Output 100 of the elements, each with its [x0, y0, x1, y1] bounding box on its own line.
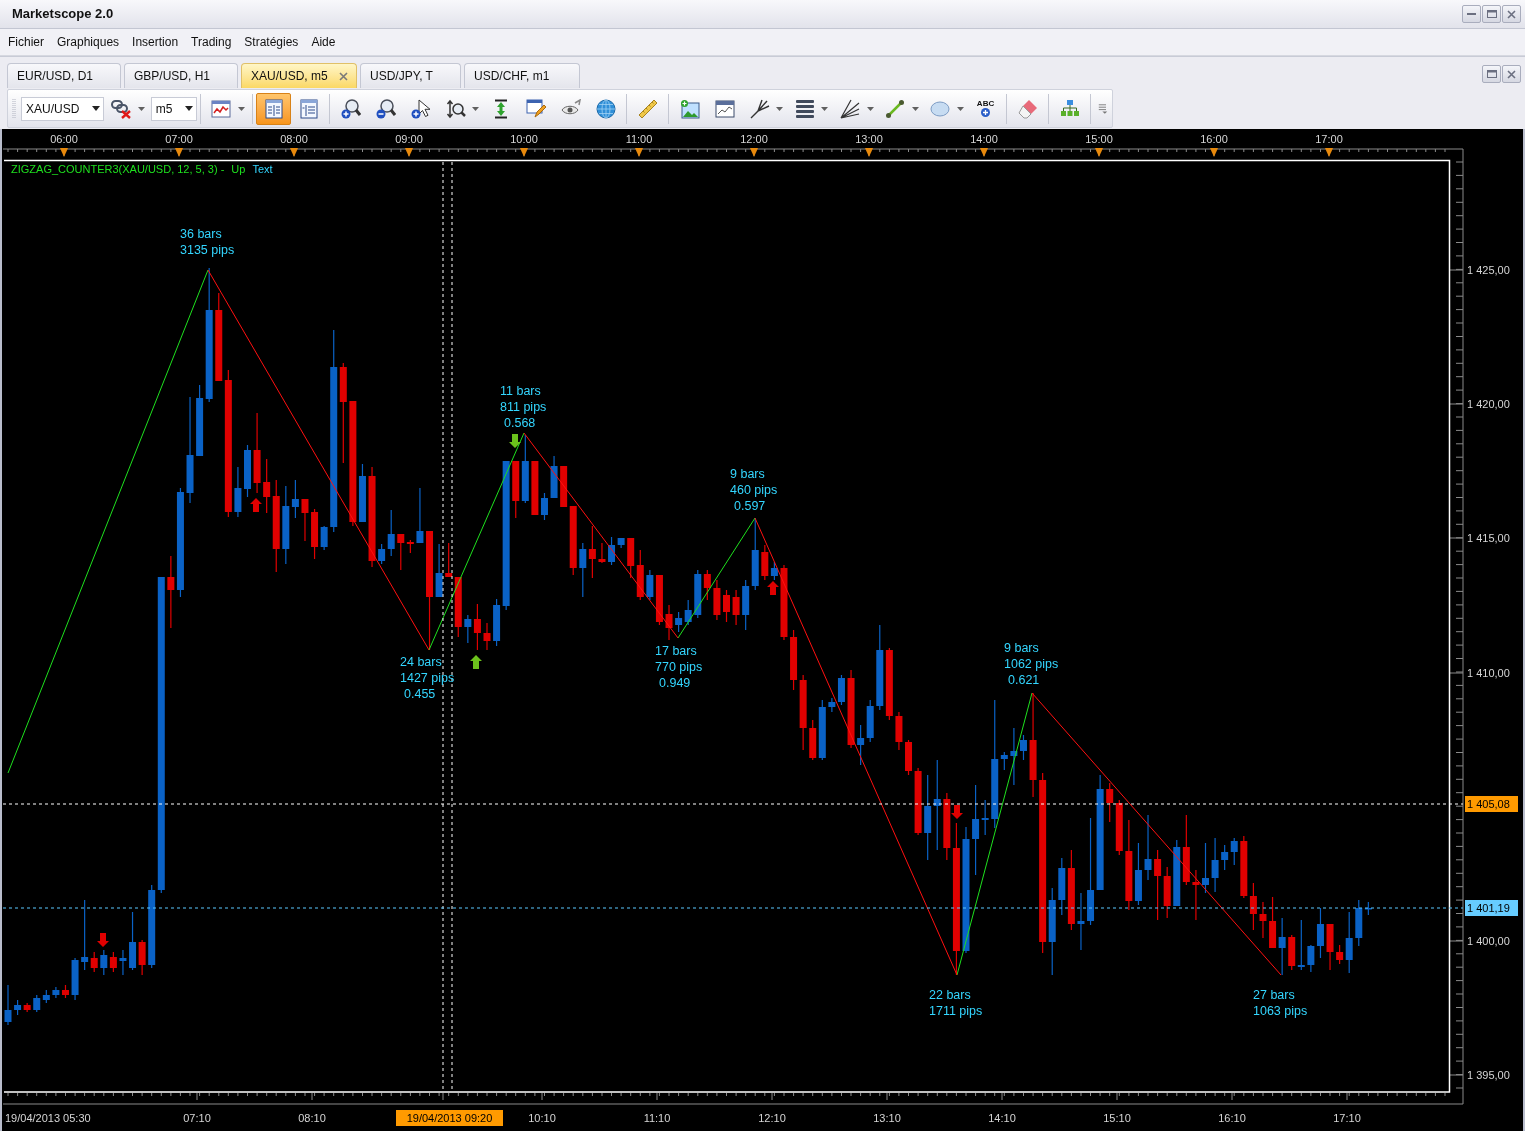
- caret-icon: [821, 106, 829, 111]
- fan-lines-icon: [840, 98, 861, 119]
- price-axis-label: 1 400,00: [1467, 935, 1510, 947]
- menu-item[interactable]: Fichier: [8, 33, 44, 51]
- drag-handle[interactable]: [12, 97, 16, 120]
- time-axis-label: 16:10: [1218, 1112, 1246, 1124]
- time-axis-label: 17:10: [1333, 1112, 1361, 1124]
- window-pencil-icon: [525, 98, 546, 119]
- triangle-marker-icon: [60, 148, 68, 157]
- cursor-price-label: 1 405,08: [1465, 796, 1518, 812]
- line-icon: [885, 98, 906, 119]
- chart-tab[interactable]: USD/CHF, m1: [464, 63, 580, 88]
- time-axis-label: 08:00: [280, 133, 308, 145]
- maximize-icon: [1486, 70, 1497, 78]
- menu-item[interactable]: Trading: [191, 33, 232, 51]
- triangle-marker-icon: [175, 148, 183, 157]
- window-icon: [714, 98, 735, 119]
- picture-plus-icon: [679, 98, 700, 119]
- caret-icon: [776, 106, 784, 111]
- close-icon: [1507, 9, 1516, 19]
- cursor-time-label: 19/04/2013 09:20: [396, 1110, 503, 1126]
- chart-tab[interactable]: GBP/USD, H1: [124, 63, 238, 88]
- minimize-button[interactable]: [1462, 5, 1481, 23]
- time-axis-label: 07:00: [165, 133, 193, 145]
- plus-icon: [981, 108, 991, 117]
- ellipse-icon: [930, 98, 951, 119]
- triangle-marker-icon: [750, 148, 758, 157]
- maximize-button[interactable]: [1482, 5, 1501, 23]
- pointer-plus-icon: [410, 98, 431, 119]
- text-tool-button[interactable]: ABC: [968, 92, 1004, 125]
- chart-window-icon: [211, 98, 232, 119]
- triangle-marker-icon: [1325, 148, 1333, 157]
- caret-icon: [472, 106, 480, 111]
- triangle-marker-icon: [635, 148, 643, 157]
- triangle-marker-icon: [405, 148, 413, 157]
- time-axis-label: 19/04/2013 05:30: [5, 1112, 91, 1124]
- chart-tab[interactable]: XAU/USD, m5: [241, 63, 357, 88]
- symbol-dropdown[interactable]: XAU/USD: [21, 96, 104, 121]
- close-icon: [1507, 69, 1516, 79]
- time-axis-label: 17:00: [1315, 133, 1343, 145]
- caret-icon: [956, 106, 964, 111]
- menu-item[interactable]: Aide: [311, 33, 336, 51]
- caret-icon: [91, 106, 100, 111]
- fork-lines-icon: [749, 98, 770, 119]
- caret-icon: [866, 106, 874, 111]
- triangle-marker-icon: [520, 148, 528, 157]
- time-axis-label: 12:10: [758, 1112, 786, 1124]
- chain-cross-icon: [111, 98, 132, 119]
- close-chart-button[interactable]: [1502, 65, 1521, 83]
- time-axis-label: 12:00: [740, 133, 768, 145]
- minimize-icon: [1467, 13, 1476, 15]
- time-axis-label: 11:10: [643, 1112, 671, 1124]
- triangle-marker-icon: [1095, 148, 1103, 157]
- close-icon: [339, 71, 348, 81]
- zoom-out-icon: [375, 98, 396, 119]
- price-axis-label: 1 415,00: [1467, 532, 1510, 544]
- close-button[interactable]: [1502, 5, 1521, 23]
- globe-icon: [595, 98, 616, 119]
- menu-item[interactable]: Graphiques: [57, 33, 120, 51]
- time-axis-label: 14:00: [970, 133, 998, 145]
- restore-button[interactable]: [1482, 65, 1501, 83]
- price-axis-label: 1 410,00: [1467, 667, 1510, 679]
- magnifier-range-icon: [445, 98, 466, 119]
- last-price-label: 1 401,19: [1465, 900, 1518, 916]
- time-axis-label: 15:10: [1103, 1112, 1131, 1124]
- zoom-in-icon: [340, 98, 361, 119]
- price-axis-label: 1 420,00: [1467, 398, 1510, 410]
- triangle-marker-icon: [980, 148, 988, 157]
- hierarchy-icon: [1059, 98, 1080, 119]
- ruler-icon: [637, 98, 658, 119]
- price-axis-label: 1 425,00: [1467, 264, 1510, 276]
- time-axis-label: 07:10: [183, 1112, 211, 1124]
- chart-tab[interactable]: EUR/USD, D1: [7, 63, 121, 88]
- document-icon: [298, 98, 319, 119]
- series-legend: Up: [231, 163, 246, 176]
- caret-icon: [237, 106, 245, 111]
- caret-icon: [184, 106, 193, 111]
- time-axis-label: 10:00: [510, 133, 538, 145]
- menu-item[interactable]: Stratégies: [244, 33, 299, 51]
- layout-button[interactable]: [256, 92, 292, 125]
- window-title: Marketscope 2.0: [12, 5, 114, 24]
- time-axis-label: 08:10: [298, 1112, 326, 1124]
- triangle-marker-icon: [865, 148, 873, 157]
- time-axis-label: 06:00: [50, 133, 78, 145]
- time-axis-label: 14:10: [988, 1112, 1016, 1124]
- style-legend: Text: [252, 163, 273, 176]
- indicator-legend: ZIGZAG_COUNTER3(XAU/USD, 12, 5, 3) -: [11, 163, 225, 176]
- chart-tab[interactable]: USD/JPY, T: [360, 63, 461, 88]
- time-axis-label: 15:00: [1085, 133, 1113, 145]
- time-axis-label: 13:10: [873, 1112, 901, 1124]
- stacked-bars-icon: [794, 98, 815, 119]
- time-axis-label: 13:00: [855, 133, 883, 145]
- caret-icon: [911, 106, 919, 111]
- timeframe-dropdown[interactable]: m5: [150, 96, 197, 121]
- menu-item[interactable]: Insertion: [132, 33, 179, 51]
- triangle-marker-icon: [1210, 148, 1218, 157]
- caret-icon: [137, 106, 145, 111]
- document-icon: [263, 98, 284, 119]
- triangle-marker-icon: [290, 148, 298, 157]
- zigzag-label: 36 bars 3135 pips: [180, 227, 235, 257]
